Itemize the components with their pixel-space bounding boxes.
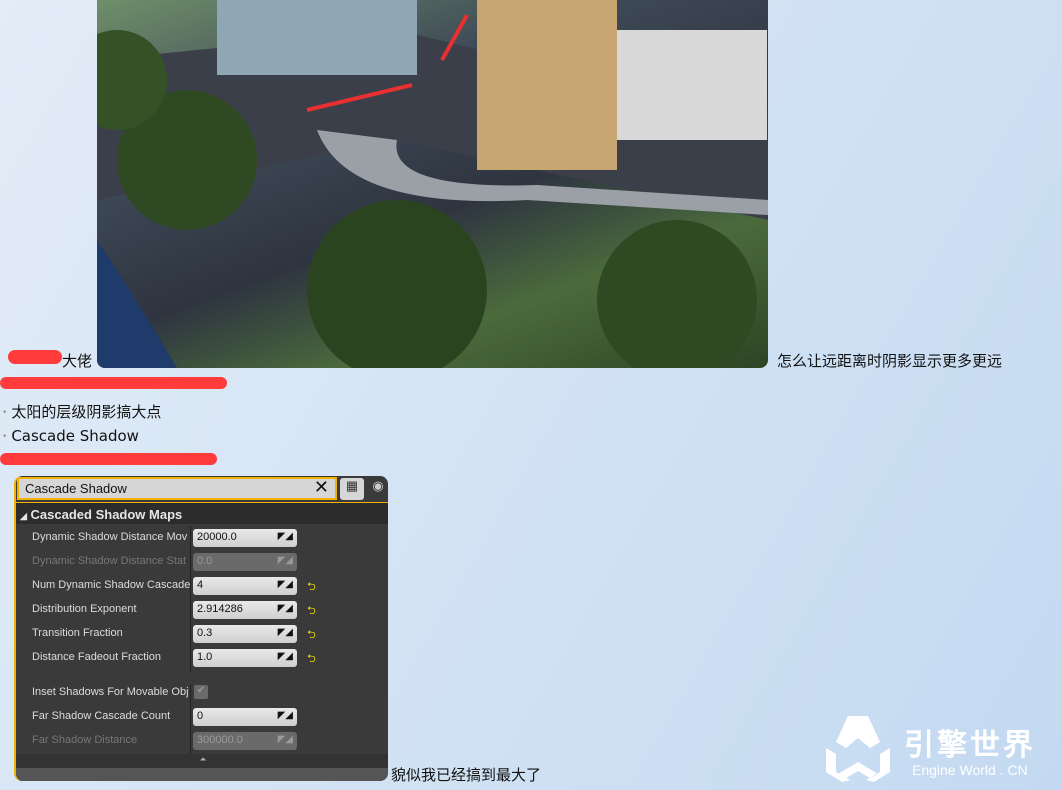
section-header[interactable]: ◢ Cascaded Shadow Maps xyxy=(16,502,388,524)
section-title: Cascaded Shadow Maps xyxy=(30,507,183,522)
property-label: Far Shadow Cascade Count xyxy=(32,710,171,722)
search-input[interactable]: Cascade Shadow ✕ xyxy=(17,477,337,500)
property-value-field[interactable]: 1.0 ◤◢ xyxy=(193,649,297,667)
property-row: Transition Fraction 0.3 ◤◢ ⮌ xyxy=(16,622,388,646)
property-value-field[interactable]: 0.3 ◤◢ xyxy=(193,625,297,643)
property-value: 0 xyxy=(197,710,204,722)
property-label: Num Dynamic Shadow Cascade xyxy=(32,579,190,591)
engine-world-logo xyxy=(822,714,894,782)
reset-to-default-icon[interactable]: ⮌ xyxy=(307,602,316,621)
property-row: Dynamic Shadow Distance Mov 20000.0 ◤◢ xyxy=(16,526,388,550)
expand-advanced-button[interactable]: ⏶ xyxy=(16,754,388,768)
property-row: Inset Shadows For Movable Obj ✔ xyxy=(16,681,388,705)
redaction-scribble xyxy=(0,453,217,465)
details-panel: Cascade Shadow ✕ ▦ ◉ ◢ Cascaded Shadow Ma… xyxy=(14,476,388,781)
property-value: 20000.0 xyxy=(197,531,237,543)
property-value: 300000.0 xyxy=(197,734,243,746)
collapse-arrow-icon: ◢ xyxy=(20,511,27,521)
city-scene xyxy=(97,0,768,368)
reset-to-default-icon[interactable]: ⮌ xyxy=(307,650,316,669)
message-text: 怎么让远距离时阴影显示更多更远 xyxy=(777,352,1003,370)
property-label: Dynamic Shadow Distance Stat xyxy=(32,555,187,567)
property-label: Far Shadow Distance xyxy=(32,734,138,746)
drag-arrows-icon: ◤◢ xyxy=(277,627,293,638)
property-row: Dynamic Shadow Distance Stat 0.0 ◤◢ xyxy=(16,550,388,574)
redaction-scribble xyxy=(8,350,62,364)
watermark-title: 引擎世界 xyxy=(904,728,1036,763)
property-row: Far Shadow Cascade Count 0 ◤◢ xyxy=(16,705,388,729)
property-value: 0.3 xyxy=(197,627,213,639)
property-value-field[interactable]: 4 ◤◢ xyxy=(193,577,297,595)
drag-arrows-icon: ◤◢ xyxy=(277,651,293,662)
reset-to-default-icon[interactable]: ⮌ xyxy=(307,578,316,597)
property-value-field[interactable]: 20000.0 ◤◢ xyxy=(193,529,297,547)
property-label: Transition Fraction xyxy=(32,627,123,639)
drag-arrows-icon: ◤◢ xyxy=(277,579,293,590)
panel-footer xyxy=(16,768,388,781)
city-screenshot-image xyxy=(97,0,768,368)
property-row: Far Shadow Distance 300000.0 ◤◢ xyxy=(16,729,388,753)
message-text: 大佬 xyxy=(62,352,93,370)
watermark-subtitle: Engine World . CN xyxy=(912,762,1028,778)
property-label: Distance Fadeout Fraction xyxy=(32,651,162,663)
search-value: Cascade Shadow xyxy=(25,481,127,496)
property-value-field[interactable]: 0.0 ◤◢ xyxy=(193,553,297,571)
list-item: Cascade Shadow xyxy=(2,427,139,445)
inset-shadows-checkbox[interactable]: ✔ xyxy=(194,685,208,699)
message-text: 貌似我已经搞到最大了 xyxy=(391,766,542,784)
property-value-field[interactable]: 2.914286 ◤◢ xyxy=(193,601,297,619)
drag-arrows-icon: ◤◢ xyxy=(277,734,293,745)
property-value-field[interactable]: 300000.0 ◤◢ xyxy=(193,732,297,750)
property-row: Distribution Exponent 2.914286 ◤◢ ⮌ xyxy=(16,598,388,622)
property-label: Dynamic Shadow Distance Mov xyxy=(32,531,188,543)
property-value: 4 xyxy=(197,579,204,591)
property-row: Distance Fadeout Fraction 1.0 ◤◢ ⮌ xyxy=(16,646,388,670)
property-value-field[interactable]: 0 ◤◢ xyxy=(193,708,297,726)
drag-arrows-icon: ◤◢ xyxy=(277,555,293,566)
property-row: Num Dynamic Shadow Cascade 4 ◤◢ ⮌ xyxy=(16,574,388,598)
reset-to-default-icon[interactable]: ⮌ xyxy=(307,626,316,645)
drag-arrows-icon: ◤◢ xyxy=(277,531,293,542)
property-label: Inset Shadows For Movable Obj xyxy=(32,686,189,698)
property-label: Distribution Exponent xyxy=(32,603,137,615)
drag-arrows-icon: ◤◢ xyxy=(277,710,293,721)
clear-search-icon[interactable]: ✕ xyxy=(314,477,329,498)
drag-arrows-icon: ◤◢ xyxy=(277,603,293,614)
eye-icon[interactable]: ◉ xyxy=(366,478,388,500)
property-value: 1.0 xyxy=(197,651,213,663)
list-item: 太阳的层级阴影搞大点 xyxy=(2,401,161,422)
property-value: 0.0 xyxy=(197,555,213,567)
view-options-icon[interactable]: ▦ xyxy=(340,478,364,500)
redaction-scribble xyxy=(0,377,227,389)
property-value: 2.914286 xyxy=(197,603,243,615)
